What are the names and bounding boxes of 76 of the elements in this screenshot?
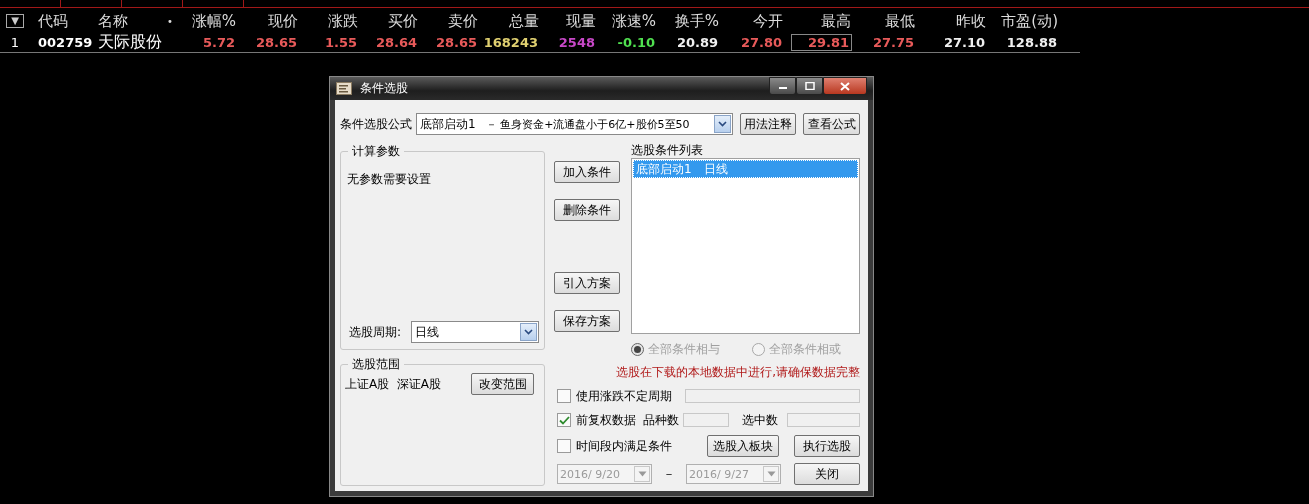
table-cell-text: 天际股份: [97, 31, 160, 53]
column-header[interactable]: 卖价: [422, 11, 482, 31]
group-title: 选股范围: [348, 356, 404, 373]
chevron-down-icon: [524, 329, 533, 335]
table-cell-text: 2548: [557, 33, 596, 51]
column-header[interactable]: 现量: [543, 11, 600, 31]
period-field[interactable]: [685, 389, 860, 403]
column-header[interactable]: 最高: [787, 11, 855, 31]
row-number: 1: [9, 34, 21, 50]
column-header[interactable]: •: [160, 15, 180, 27]
table-cell-text: 27.10: [942, 33, 986, 51]
column-header[interactable]: 涨幅%: [180, 11, 240, 31]
formula-button[interactable]: 查看公式: [803, 113, 860, 135]
formula-dropdown[interactable]: 底部启动1 － 鱼身资金+流通盘小于6亿+股价5至50: [416, 113, 733, 135]
table-cell-text: 168243: [482, 33, 539, 51]
count-field[interactable]: [787, 413, 860, 427]
table-cell-text: 5.72: [201, 33, 236, 51]
table-cell-text: 002759: [37, 34, 90, 50]
column-header[interactable]: 现价: [240, 11, 302, 31]
table-cell-text: -0.10: [616, 33, 656, 51]
column-header[interactable]: 换手%: [660, 11, 723, 31]
period-label: 选股周期:: [349, 323, 403, 341]
period-dropdown[interactable]: 日线: [411, 321, 539, 343]
column-header[interactable]: 涨跌: [302, 11, 362, 31]
condition-button[interactable]: 删除条件: [554, 199, 620, 221]
formula-button[interactable]: 用法注释: [739, 113, 797, 135]
chevron-down-icon: [717, 121, 727, 127]
condition-button[interactable]: 保存方案: [554, 310, 620, 332]
table-cell-text: 27.80: [739, 33, 783, 51]
column-header[interactable]: 今开: [723, 11, 787, 31]
table-cell-text: 20.89: [675, 33, 719, 51]
condition-button[interactable]: 加入条件: [554, 161, 620, 183]
app-icon: [336, 82, 352, 95]
close-button[interactable]: [823, 77, 867, 95]
count-field[interactable]: [683, 413, 729, 427]
list-label: 选股条件列表: [631, 143, 704, 158]
formula-label: 条件选股公式: [340, 115, 412, 133]
option-checkbox[interactable]: 前复权数据: [557, 411, 636, 429]
table-cell-text: 27.75: [871, 33, 915, 51]
column-header[interactable]: 名称: [90, 11, 160, 31]
table-cell-text: 128.88: [1005, 33, 1058, 51]
count-label: 品种数: [643, 411, 679, 429]
window-title: 条件选股: [360, 80, 408, 97]
table-cell-text: 28.65: [254, 33, 298, 51]
notice-text: 选股在下载的本地数据中进行,请确保数据完整: [615, 364, 860, 381]
table-cell-text: 28.65: [434, 33, 478, 51]
column-header[interactable]: 买价: [362, 11, 422, 31]
column-header[interactable]: 昨收: [919, 11, 990, 31]
table-cell-text: 1.55: [323, 33, 358, 51]
market-scope: 上证A股 深证A股: [345, 375, 442, 393]
option-checkbox[interactable]: 使用涨跌不定周期: [557, 387, 672, 405]
group-title: 计算参数: [348, 143, 404, 160]
action-button[interactable]: 选股入板块: [707, 435, 779, 457]
option-checkbox[interactable]: 时间段内满足条件: [557, 437, 672, 455]
minimize-button[interactable]: [769, 77, 796, 95]
dropdown-arrow-icon: [766, 471, 776, 477]
column-header[interactable]: 代码: [30, 11, 90, 31]
dropdown-arrow-icon: [637, 471, 647, 477]
checkmark-icon: [558, 415, 570, 425]
table-cell-text: 28.64: [374, 33, 418, 51]
date-separator: －: [663, 465, 675, 483]
table-cell: 29.81: [790, 33, 852, 51]
column-header[interactable]: 总量: [482, 11, 543, 31]
count-label: 选中数: [742, 411, 778, 429]
action-button[interactable]: 执行选股: [794, 435, 860, 457]
column-header[interactable]: 涨速%: [600, 11, 660, 31]
maximize-button[interactable]: [796, 77, 823, 95]
change-range-button[interactable]: 改变范围: [471, 373, 534, 395]
sort-indicator[interactable]: ▼: [6, 14, 24, 28]
close-icon: [840, 81, 850, 91]
column-header[interactable]: 最低: [855, 11, 919, 31]
maximize-icon: [804, 82, 815, 90]
params-message: 无参数需要设置: [347, 171, 432, 188]
column-header[interactable]: 市盈(动): [990, 11, 1062, 31]
close-dialog-button[interactable]: 关闭: [794, 463, 860, 485]
condition-button[interactable]: 引入方案: [554, 272, 620, 294]
